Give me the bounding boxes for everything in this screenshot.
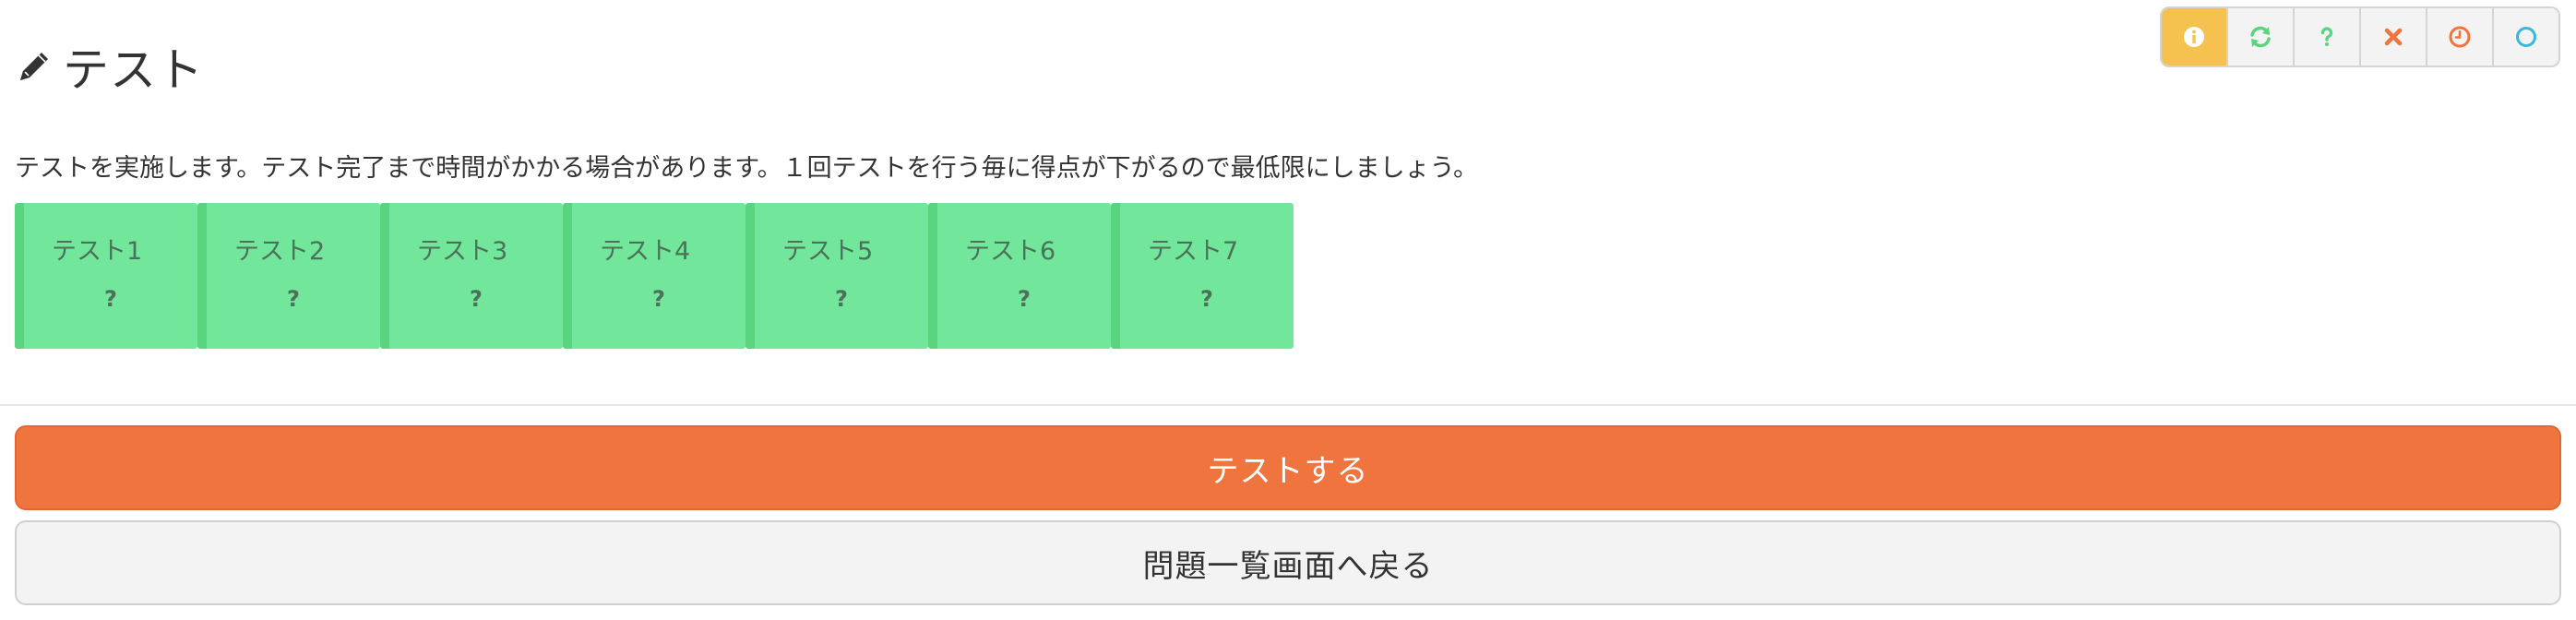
pencil-icon [20, 53, 48, 80]
refresh-button[interactable] [2226, 8, 2293, 66]
circle-icon [2516, 27, 2536, 47]
info-button[interactable] [2162, 8, 2226, 66]
test-result: ? [104, 286, 117, 312]
close-icon [2384, 28, 2403, 46]
test-tile-3[interactable]: テスト3 ? [380, 203, 563, 349]
description-text: テストを実施します。テスト完了まで時間がかかる場合があります。１回テストを行う毎… [15, 154, 1478, 183]
info-icon [2184, 27, 2204, 47]
test-result: ? [652, 286, 665, 312]
test-name: テスト3 [417, 237, 508, 266]
circle-button[interactable] [2492, 8, 2558, 66]
test-result: ? [1200, 286, 1213, 312]
close-button[interactable] [2359, 8, 2426, 66]
refresh-icon [2250, 26, 2271, 48]
test-result: ? [1018, 286, 1031, 312]
test-result: ? [287, 286, 300, 312]
question-icon [2320, 27, 2333, 46]
page: テスト テストを実施します。テスト完了まで時間がかかる場合があります。１回テスト… [0, 0, 2576, 620]
back-to-problem-list-button[interactable]: 問題一覧画面へ戻る [15, 520, 2561, 605]
page-title: テスト [63, 43, 204, 97]
test-tile-5[interactable]: テスト5 ? [745, 203, 928, 349]
clock-button[interactable] [2426, 8, 2492, 66]
test-tile-7[interactable]: テスト7 ? [1111, 203, 1294, 349]
test-name: テスト5 [782, 237, 874, 266]
run-test-button[interactable]: テストする [15, 425, 2561, 510]
test-result: ? [470, 286, 483, 312]
status-toolbar [2160, 6, 2560, 67]
divider [0, 404, 2576, 406]
test-list: テスト1 ? テスト2 ? テスト3 ? テスト4 ? テスト5 ? テスト6 … [15, 203, 1294, 349]
test-tile-6[interactable]: テスト6 ? [928, 203, 1111, 349]
test-tile-1[interactable]: テスト1 ? [15, 203, 197, 349]
test-name: テスト1 [52, 237, 143, 266]
test-result: ? [835, 286, 848, 312]
test-name: テスト7 [1148, 237, 1239, 266]
clock-icon [2449, 26, 2471, 48]
question-button[interactable] [2293, 8, 2359, 66]
test-tile-4[interactable]: テスト4 ? [563, 203, 745, 349]
test-name: テスト4 [600, 237, 691, 266]
test-tile-2[interactable]: テスト2 ? [197, 203, 380, 349]
test-name: テスト6 [965, 237, 1056, 266]
test-name: テスト2 [234, 237, 326, 266]
page-header: テスト [15, 33, 204, 100]
